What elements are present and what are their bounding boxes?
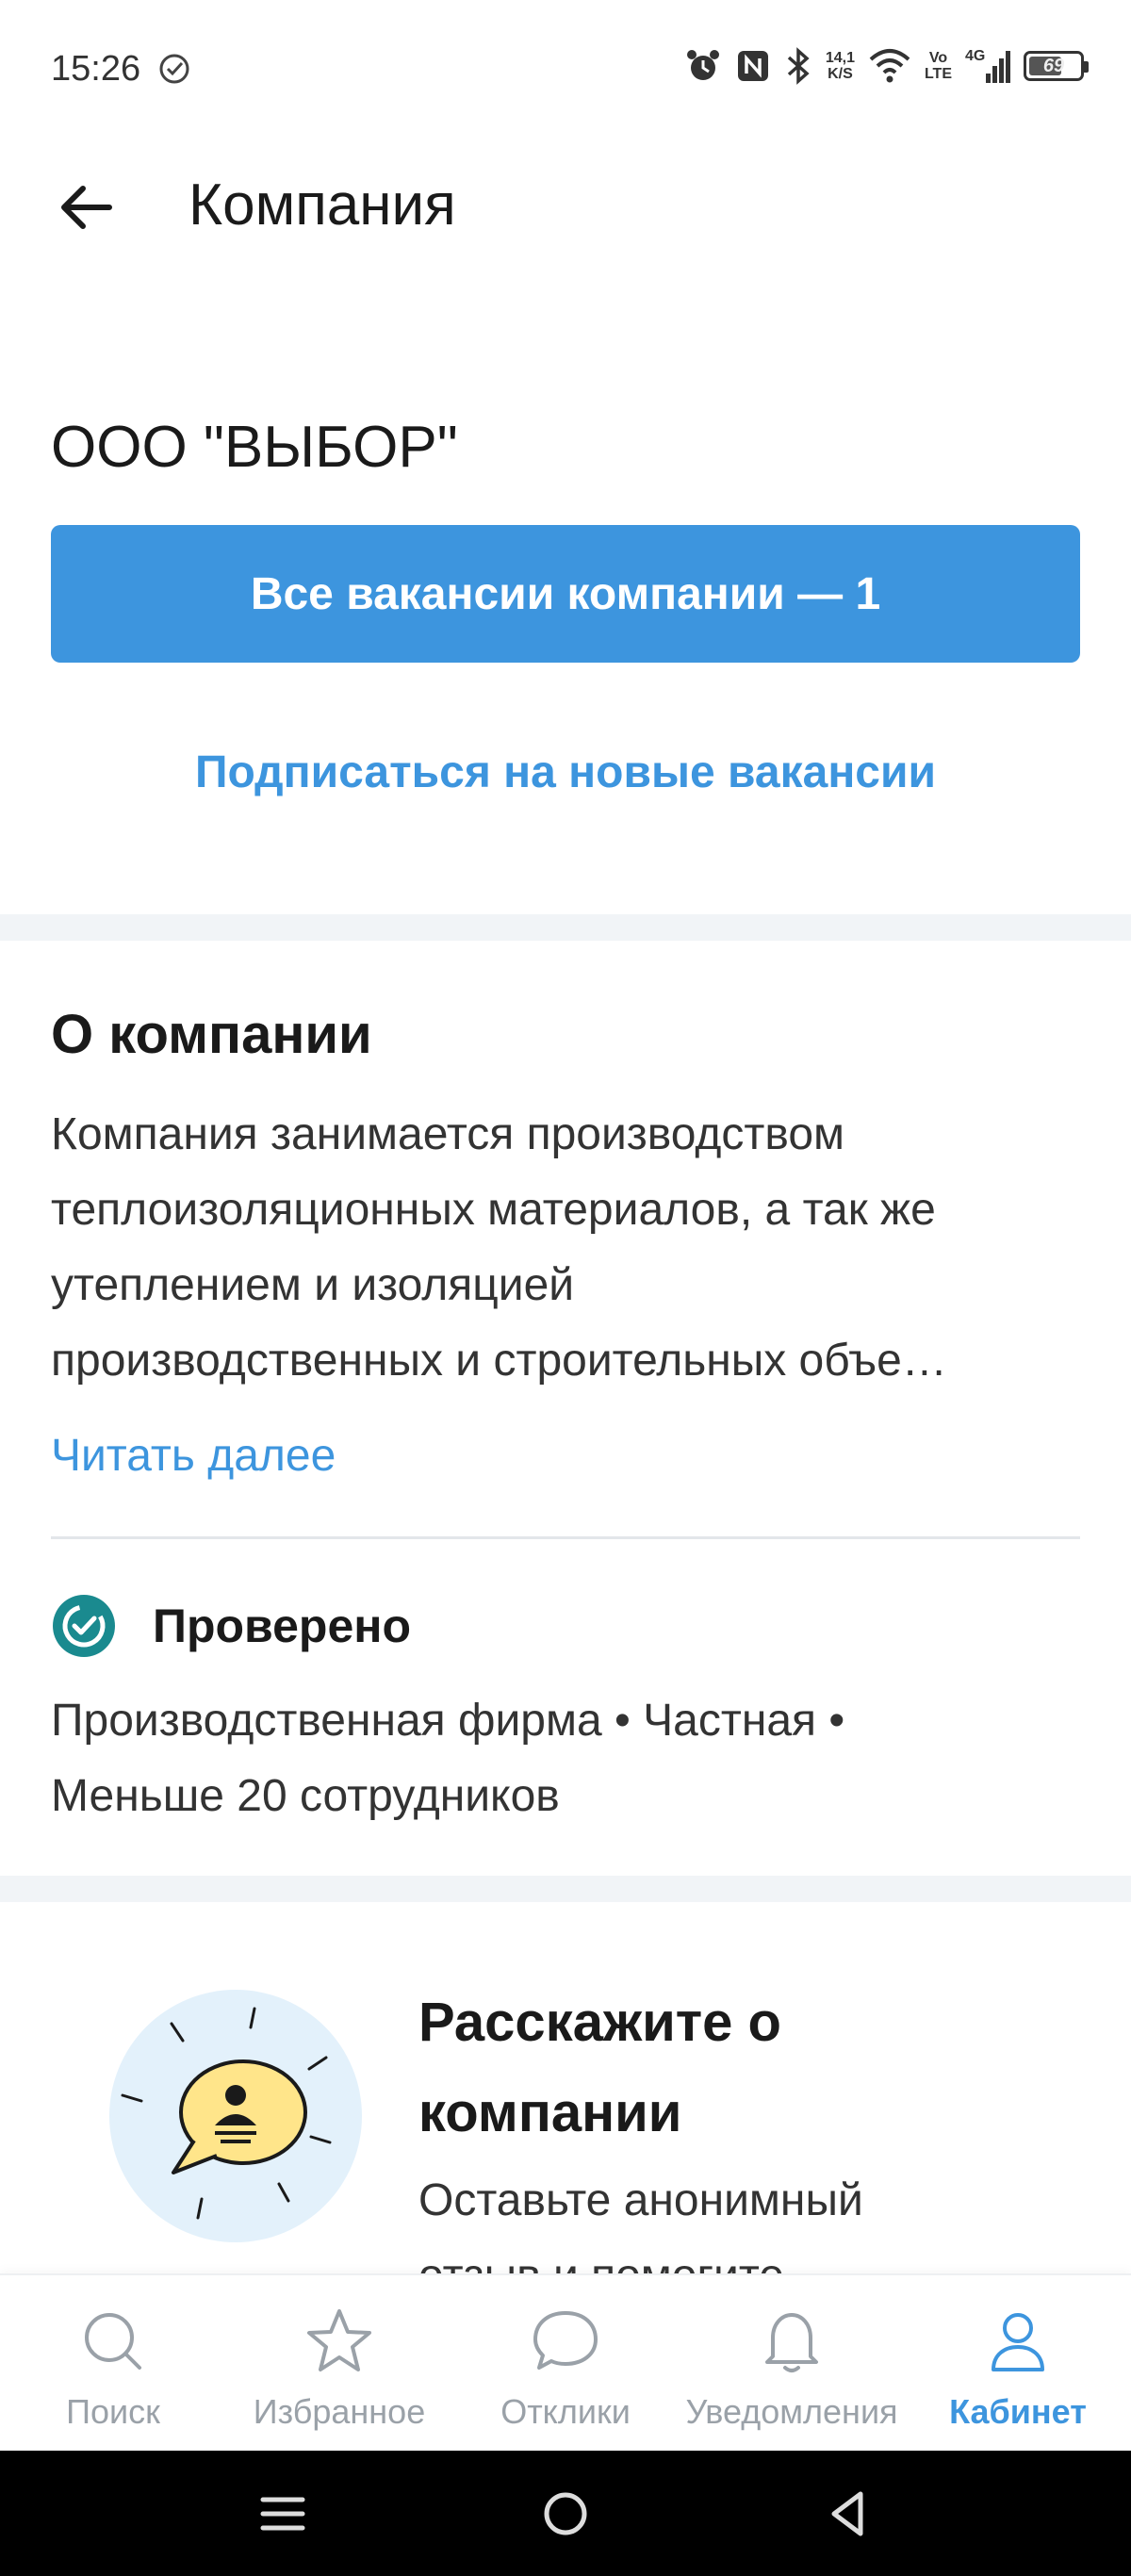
nav-item-search[interactable]: Поиск <box>0 2275 226 2453</box>
verified-check-icon <box>53 1595 115 1657</box>
section-divider <box>0 1876 1131 1902</box>
svg-text:4G: 4G <box>965 48 985 64</box>
nav-item-favorites[interactable]: Избранное <box>226 2275 452 2453</box>
battery-level: 69 <box>1042 56 1065 76</box>
divider-line <box>51 1536 1080 1539</box>
system-navigation-bar <box>0 2451 1131 2576</box>
wifi-icon <box>869 49 910 83</box>
nav-item-responses[interactable]: Отклики <box>452 2275 679 2453</box>
home-icon[interactable] <box>533 2481 598 2547</box>
about-title: О компании <box>51 1004 372 1065</box>
back-arrow-icon[interactable] <box>49 170 124 245</box>
back-triangle-icon[interactable] <box>815 2481 881 2547</box>
nav-label: Отклики <box>500 2392 631 2431</box>
read-more-link[interactable]: Читать далее <box>51 1419 336 1494</box>
nav-label: Уведомления <box>685 2392 898 2431</box>
app-header: Компания <box>0 141 1131 269</box>
volte-bottom: LTE <box>924 66 952 82</box>
person-icon <box>992 2313 1044 2371</box>
promo-text-line: Оставьте анонимный <box>418 2175 863 2225</box>
bottom-navigation: Поиск Избранное Отклики Уведомления Каби… <box>0 2273 1131 2451</box>
about-line: утеплением и изоляцией <box>51 1260 575 1310</box>
alarm-icon <box>686 50 719 80</box>
section-divider <box>0 914 1131 941</box>
nav-label: Поиск <box>66 2392 160 2431</box>
sync-check-icon <box>159 54 189 84</box>
about-line: Компания занимается производством <box>51 1109 845 1159</box>
nfc-icon <box>737 51 768 81</box>
about-line: теплоизоляционных материалов, а так же <box>51 1185 936 1235</box>
status-time: 15:26 <box>51 49 141 89</box>
about-line: производственных и строительных объе… <box>51 1336 947 1386</box>
promo-text: Оставьте анонимный отзыв и помогите <box>418 2163 1097 2276</box>
star-icon <box>307 2309 371 2371</box>
review-promo-illustration <box>109 1990 362 2242</box>
net-speed-value: 14,1 <box>825 50 855 66</box>
signal-icon: 4G <box>965 48 1010 83</box>
nav-label: Кабинет <box>949 2392 1087 2431</box>
status-bar: 15:26 14,1 K/S Vo LTE 4G 69 <box>0 0 1131 141</box>
promo-text-line: отзыв и помогите <box>418 2251 784 2276</box>
chat-bubble-icon <box>533 2311 598 2370</box>
nav-label: Избранное <box>253 2392 426 2431</box>
page-title: Компания <box>188 172 456 238</box>
net-speed-unit: K/S <box>828 66 853 82</box>
nav-item-notifications[interactable]: Уведомления <box>679 2275 905 2453</box>
net-speed: 14,1 K/S <box>826 50 855 82</box>
promo-title-line: Расскажите о <box>418 1992 781 2053</box>
bell-icon <box>765 2313 818 2372</box>
nav-item-cabinet[interactable]: Кабинет <box>905 2275 1131 2453</box>
company-info: Производственная фирма • Частная • Меньш… <box>51 1683 1088 1834</box>
battery-icon: 69 <box>1024 51 1089 81</box>
company-info-line: Меньше 20 сотрудников <box>51 1771 560 1821</box>
volte-indicator: Vo LTE <box>925 50 952 82</box>
subscribe-vacancies-link[interactable]: Подписаться на новые вакансии <box>0 735 1131 811</box>
volte-top: Vo <box>928 50 948 66</box>
verified-label: Проверено <box>153 1600 411 1652</box>
search-icon <box>85 2313 141 2370</box>
bluetooth-icon <box>787 47 810 85</box>
company-name: ООО "ВЫБОР" <box>51 415 458 480</box>
status-icons: 14,1 K/S Vo LTE 4G 69 <box>684 45 1089 87</box>
company-info-line: Производственная фирма • Частная • <box>51 1696 845 1746</box>
menu-icon[interactable] <box>250 2481 316 2547</box>
promo-title-line: компании <box>418 2082 682 2143</box>
verified-row: Проверено <box>51 1588 411 1664</box>
promo-title: Расскажите о компании <box>418 1977 1097 2158</box>
all-vacancies-button[interactable]: Все вакансии компании — 1 <box>51 525 1080 663</box>
about-description: Компания занимается производством теплои… <box>51 1097 1088 1399</box>
